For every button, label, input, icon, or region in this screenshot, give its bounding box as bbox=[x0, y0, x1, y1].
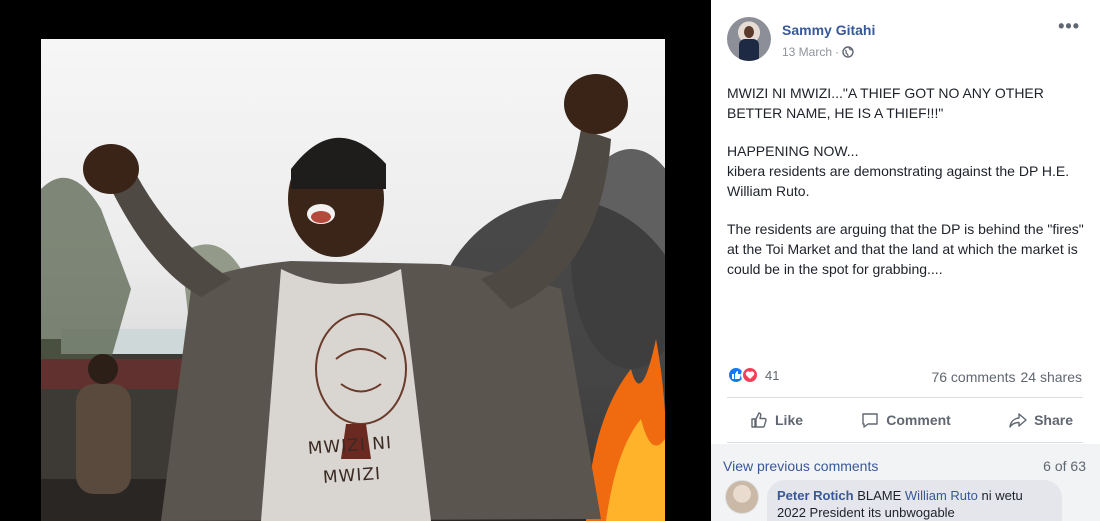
reaction-count: 41 bbox=[765, 367, 780, 383]
post-panel: Sammy Gitahi 13 March · ••• MWIZI NI MWI… bbox=[711, 0, 1100, 521]
post-photo[interactable]: MWIZI NI MWIZI bbox=[41, 39, 665, 521]
share-label: Share bbox=[1034, 412, 1073, 428]
comment-text: BLAME bbox=[857, 488, 902, 503]
more-options-icon[interactable]: ••• bbox=[1058, 17, 1080, 35]
shirt-text: MWIZI NI MWIZI bbox=[289, 427, 413, 495]
like-label: Like bbox=[775, 412, 804, 428]
comment-label: Comment bbox=[886, 412, 951, 428]
post-paragraph: HAPPENING NOW... kibera residents are de… bbox=[727, 143, 1070, 199]
view-previous-comments-link[interactable]: View previous comments bbox=[723, 458, 878, 474]
author-name[interactable]: Sammy Gitahi bbox=[782, 22, 875, 38]
commenter-avatar[interactable] bbox=[725, 480, 759, 514]
comment-button[interactable]: Comment bbox=[860, 404, 951, 436]
post-meta: 13 March · bbox=[782, 45, 854, 59]
divider bbox=[727, 442, 1083, 443]
post-paragraph: MWIZI NI MWIZI..."A THIEF GOT NO ANY OTH… bbox=[727, 85, 1044, 121]
post-paragraph: The residents are arguing that the DP is… bbox=[727, 221, 1084, 277]
commenter-name[interactable]: Peter Rotich bbox=[777, 488, 854, 503]
reactions-summary[interactable]: 41 bbox=[727, 366, 779, 384]
share-button[interactable]: Share bbox=[1008, 404, 1073, 436]
love-reaction-icon bbox=[741, 366, 759, 384]
thumbs-up-icon bbox=[751, 412, 767, 428]
globe-icon[interactable] bbox=[842, 46, 854, 58]
post-body: MWIZI NI MWIZI..."A THIEF GOT NO ANY OTH… bbox=[727, 83, 1087, 297]
comment-text-line2: 2022 President its unbwogable bbox=[777, 505, 955, 520]
comments-page-count: 6 of 63 bbox=[1043, 458, 1086, 474]
comments-section: View previous comments 6 of 63 Peter Rot… bbox=[711, 444, 1100, 521]
engagement-counts: 76 comments 24 shares bbox=[931, 369, 1082, 385]
photo-viewer: MWIZI NI MWIZI bbox=[0, 0, 711, 521]
comment-icon bbox=[862, 413, 878, 428]
like-button[interactable]: Like bbox=[749, 404, 803, 436]
comment-mention-link[interactable]: William Ruto bbox=[905, 488, 978, 503]
meta-separator: · bbox=[835, 45, 840, 59]
author-avatar[interactable] bbox=[727, 17, 771, 61]
shares-count[interactable]: 24 shares bbox=[1021, 369, 1082, 385]
share-icon bbox=[1009, 413, 1027, 428]
divider bbox=[727, 397, 1083, 398]
comment-text: ni wetu bbox=[981, 488, 1023, 503]
post-actions: Like Comment Share bbox=[727, 404, 1083, 436]
post-date[interactable]: 13 March bbox=[782, 45, 832, 59]
comment-bubble: Peter Rotich BLAME William Ruto ni wetu … bbox=[767, 480, 1062, 521]
comments-count[interactable]: 76 comments bbox=[931, 369, 1015, 385]
